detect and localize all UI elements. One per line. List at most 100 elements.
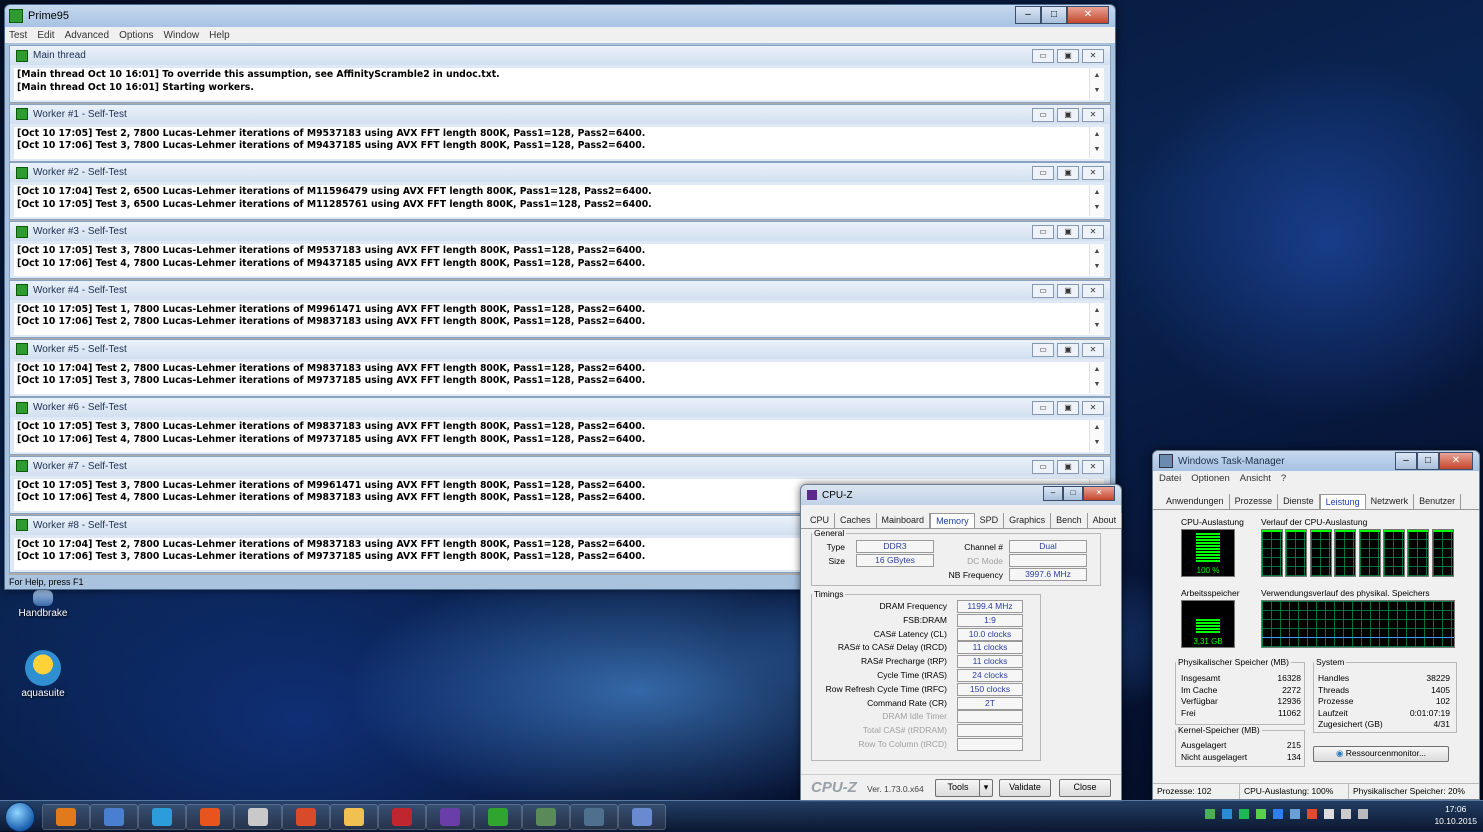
tray-icon[interactable] [1239, 809, 1249, 819]
taskbar-item-app[interactable] [282, 804, 330, 830]
minimize-button[interactable]: ▭ [1032, 283, 1054, 298]
maximize-button[interactable]: ▣ [1057, 49, 1079, 63]
flag-icon[interactable] [1324, 809, 1334, 819]
tray-icon[interactable] [1307, 809, 1317, 819]
tab-mainboard[interactable]: Mainboard [877, 513, 931, 528]
taskbar-item-cpu-z-app[interactable] [426, 804, 474, 830]
minimize-button[interactable]: ▭ [1032, 107, 1054, 122]
maximize-button[interactable]: ▣ [1057, 342, 1079, 357]
taskbar-item-flash-app[interactable] [378, 804, 426, 830]
vertical-scrollbar[interactable]: ▲▼ [1089, 420, 1104, 452]
minimize-button[interactable]: ▭ [1032, 401, 1054, 416]
log-text-area[interactable]: [Oct 10 17:05] Test 3, 7800 Lucas-Lehmer… [14, 420, 1104, 453]
close-button[interactable]: ✕ [1082, 107, 1104, 122]
menu-advanced[interactable]: Advanced [65, 30, 109, 41]
tray-icon[interactable] [1205, 809, 1215, 819]
taskbar-item-firefox[interactable] [186, 804, 234, 830]
close-button[interactable]: ✕ [1082, 401, 1104, 416]
taskbar-item-windows-media-player[interactable] [42, 804, 90, 830]
vertical-scrollbar[interactable]: ▲▼ [1089, 68, 1104, 99]
tray-icon[interactable] [1222, 809, 1232, 819]
close-button[interactable]: ✕ [1082, 342, 1104, 357]
desktop-icon-handbrake[interactable]: Handbrake [8, 590, 78, 619]
tab-leistung[interactable]: Leistung [1319, 494, 1366, 509]
minimize-button[interactable]: – [1015, 6, 1041, 24]
tab-dienste[interactable]: Dienste [1278, 494, 1320, 509]
menu-optionen[interactable]: Optionen [1191, 473, 1230, 484]
log-text-area[interactable]: [Main thread Oct 10 16:01] To override t… [14, 68, 1104, 100]
taskbar-item-remote-desktop[interactable] [90, 804, 138, 830]
close-button[interactable]: Close [1059, 779, 1111, 797]
validate-button[interactable]: Validate [999, 779, 1051, 797]
minimize-button[interactable]: ▭ [1032, 225, 1054, 240]
tab-prozesse[interactable]: Prozesse [1230, 494, 1279, 509]
log-text-area[interactable]: [Oct 10 17:04] Test 2, 6500 Lucas-Lehmer… [14, 185, 1104, 218]
log-text-area[interactable]: [Oct 10 17:05] Test 3, 7800 Lucas-Lehmer… [14, 244, 1104, 277]
maximize-button[interactable]: ▣ [1057, 107, 1079, 122]
tab-netzwerk[interactable]: Netzwerk [1366, 494, 1415, 509]
tab-benutzer[interactable]: Benutzer [1414, 494, 1462, 509]
taskbar-item-network-app[interactable] [618, 804, 666, 830]
tab-memory[interactable]: Memory [930, 513, 975, 528]
mdi-titlebar[interactable]: Worker #6 - Self-Test ▭ ▣ ✕ [10, 398, 1110, 418]
maximize-button[interactable]: ▣ [1057, 166, 1079, 181]
desktop-icon-aquasuite[interactable]: aquasuite [8, 650, 78, 699]
mdi-titlebar[interactable]: Worker #3 - Self-Test ▭ ▣ ✕ [10, 222, 1110, 242]
menu-ansicht[interactable]: Ansicht [1240, 473, 1271, 484]
maximize-button[interactable]: ▣ [1057, 225, 1079, 240]
vertical-scrollbar[interactable]: ▲▼ [1089, 302, 1104, 334]
close-button[interactable]: ✕ [1082, 283, 1104, 298]
prime95-titlebar[interactable]: Prime95 – □ ✕ [5, 5, 1115, 27]
menu-test[interactable]: Test [9, 30, 27, 41]
taskbar-item-file-explorer[interactable] [330, 804, 378, 830]
cpuz-titlebar[interactable]: CPU-Z – □ ✕ [801, 485, 1121, 505]
close-button[interactable]: ✕ [1439, 452, 1473, 470]
close-button[interactable]: ✕ [1082, 49, 1104, 63]
maximize-button[interactable]: □ [1041, 6, 1067, 24]
tray-icon[interactable] [1290, 809, 1300, 819]
maximize-button[interactable]: ▣ [1057, 459, 1079, 474]
resource-monitor-button[interactable]: ◉ Ressourcenmonitor... [1313, 746, 1449, 762]
menu-options[interactable]: Options [119, 30, 153, 41]
volume-icon[interactable] [1341, 809, 1351, 819]
tab-graphics[interactable]: Graphics [1004, 513, 1052, 528]
taskbar-item-internet-explorer[interactable] [138, 804, 186, 830]
tab-cpu[interactable]: CPU [805, 513, 836, 528]
log-text-area[interactable]: [Oct 10 17:05] Test 1, 7800 Lucas-Lehmer… [14, 302, 1104, 335]
tab-anwendungen[interactable]: Anwendungen [1161, 494, 1230, 509]
maximize-button[interactable]: □ [1417, 452, 1439, 470]
taskbar-item-aida-app[interactable] [570, 804, 618, 830]
tray-icon[interactable] [1256, 809, 1266, 819]
mdi-titlebar[interactable]: Worker #7 - Self-Test ▭ ▣ ✕ [10, 456, 1110, 476]
maximize-button[interactable]: ▣ [1057, 401, 1079, 416]
network-icon[interactable] [1358, 809, 1368, 819]
close-button[interactable]: ✕ [1082, 166, 1104, 181]
menu-help[interactable]: ? [1281, 473, 1286, 484]
minimize-button[interactable]: – [1043, 486, 1063, 501]
mdi-titlebar[interactable]: Worker #5 - Self-Test ▭ ▣ ✕ [10, 339, 1110, 359]
tab-spd[interactable]: SPD [975, 513, 1005, 528]
vertical-scrollbar[interactable]: ▲▼ [1089, 126, 1104, 158]
minimize-button[interactable]: ▭ [1032, 342, 1054, 357]
tab-bench[interactable]: Bench [1051, 513, 1088, 528]
vertical-scrollbar[interactable]: ▲▼ [1089, 185, 1104, 217]
minimize-button[interactable]: – [1395, 452, 1417, 470]
close-button[interactable]: ✕ [1067, 6, 1109, 24]
mdi-titlebar[interactable]: Worker #1 - Self-Test ▭ ▣ ✕ [10, 104, 1110, 124]
taskbar-item-prime95-app[interactable] [474, 804, 522, 830]
close-button[interactable]: ✕ [1083, 486, 1115, 501]
mdi-titlebar[interactable]: Worker #4 - Self-Test ▭ ▣ ✕ [10, 280, 1110, 300]
tools-button[interactable]: Tools [935, 779, 981, 797]
task-manager-titlebar[interactable]: Windows Task-Manager – □ ✕ [1153, 451, 1479, 471]
menu-datei[interactable]: Datei [1159, 473, 1181, 484]
minimize-button[interactable]: ▭ [1032, 49, 1054, 63]
maximize-button[interactable]: □ [1063, 486, 1083, 501]
close-button[interactable]: ✕ [1082, 225, 1104, 240]
tools-dropdown-button[interactable]: ▾ [979, 779, 993, 797]
tab-caches[interactable]: Caches [835, 513, 877, 528]
taskbar-item-task-manager-app[interactable] [522, 804, 570, 830]
vertical-scrollbar[interactable]: ▲▼ [1089, 244, 1104, 276]
start-button[interactable] [5, 802, 35, 832]
menu-window[interactable]: Window [164, 30, 200, 41]
menu-help[interactable]: Help [209, 30, 230, 41]
